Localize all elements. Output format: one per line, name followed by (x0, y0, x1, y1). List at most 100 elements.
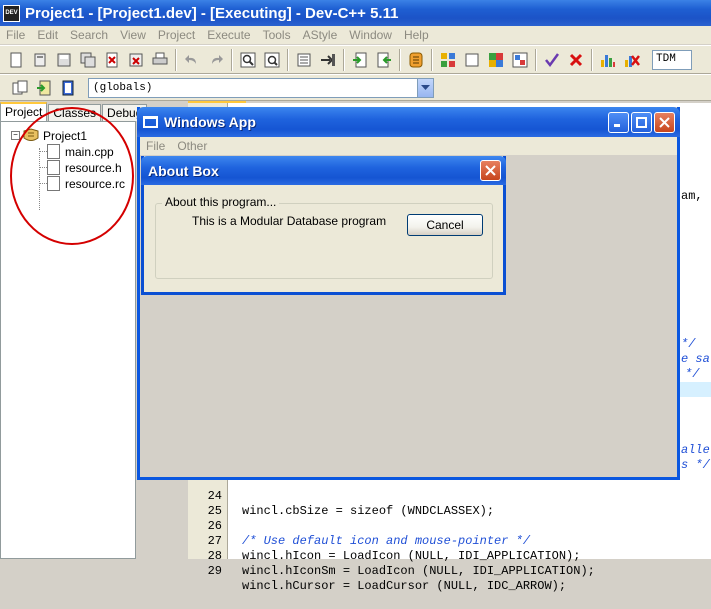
redo-button[interactable] (205, 49, 227, 71)
line-number: 29 (207, 564, 222, 578)
groupbox-label: About this program... (162, 195, 280, 209)
menu-search[interactable]: Search (64, 28, 114, 42)
delete-profile-button[interactable] (621, 49, 643, 71)
bookmark-add-icon (37, 80, 51, 95)
tree-item-resource-h[interactable]: resource.h (47, 160, 122, 175)
tab-classes[interactable]: Classes (48, 104, 102, 121)
add-to-project-button[interactable] (349, 49, 371, 71)
goto-line-icon (321, 53, 335, 66)
tree-item-main-cpp[interactable]: main.cpp (47, 144, 114, 159)
compile-button[interactable] (437, 49, 459, 71)
goto-bookmark-button[interactable] (57, 77, 79, 99)
toolbar-separator (343, 48, 345, 71)
about-close-button[interactable] (480, 160, 501, 181)
compile-icon (441, 52, 455, 67)
save-icon (57, 53, 71, 66)
toolbar-separator (591, 48, 593, 71)
scope-combo[interactable]: (globals) (88, 77, 434, 98)
rebuild-button[interactable] (509, 49, 531, 71)
maximize-icon (636, 117, 647, 128)
menu-project[interactable]: Project (152, 28, 201, 42)
winapp-menu-other[interactable]: Other (171, 139, 213, 153)
project-icon (23, 128, 39, 141)
close-icon (659, 117, 670, 128)
replace-button[interactable] (261, 49, 283, 71)
line-text: wincl.hIconSm = LoadIcon (NULL, IDI_APPL… (242, 564, 595, 578)
code-line: 25 (188, 489, 711, 518)
menu-tools[interactable]: Tools (257, 28, 297, 42)
menu-execute[interactable]: Execute (201, 28, 256, 42)
about-description: This is a Modular Database program (192, 214, 387, 228)
menu-astyle[interactable]: AStyle (297, 28, 344, 42)
tree-item-resource-rc[interactable]: resource.rc (47, 176, 125, 191)
run-button[interactable] (461, 49, 483, 71)
tree-connector (39, 183, 47, 184)
window-app-icon (143, 116, 158, 128)
new-file-button[interactable] (5, 49, 27, 71)
indent-button[interactable] (293, 49, 315, 71)
print-button[interactable] (149, 49, 171, 71)
toggle-bookmark-button[interactable] (33, 77, 55, 99)
menu-edit[interactable]: Edit (31, 28, 64, 42)
rebuild-icon (512, 52, 528, 67)
redo-icon (212, 54, 223, 64)
insert-icon (12, 80, 28, 94)
winapp-menu-file[interactable]: File (140, 139, 171, 153)
line-text: wincl.hCursor = LoadCursor (NULL, IDC_AR… (242, 579, 567, 593)
maximize-button[interactable] (631, 112, 652, 133)
menu-window[interactable]: Window (343, 28, 398, 42)
project-options-icon (409, 52, 423, 67)
close-all-icon (129, 53, 143, 66)
stop-execution-button[interactable] (565, 49, 587, 71)
indent-icon (297, 53, 311, 66)
collapse-icon[interactable]: − (11, 131, 20, 140)
ide-titlebar[interactable]: DEV Project1 - [Project1.dev] - [Executi… (0, 0, 711, 26)
toolbar-separator (231, 48, 233, 71)
scope-combo-dropdown[interactable] (417, 78, 433, 97)
project-options-button[interactable] (405, 49, 427, 71)
save-button[interactable] (53, 49, 75, 71)
close-all-button[interactable] (125, 49, 147, 71)
code-line: 26 /* Use default icon and mouse-pointer… (188, 504, 711, 548)
about-box-titlebar[interactable]: About Box (141, 156, 506, 185)
tree-item-project1[interactable]: − Project1 (11, 128, 87, 143)
code-fragment: */ (685, 367, 700, 381)
toolbar-separator (535, 48, 537, 71)
find-button[interactable] (237, 49, 259, 71)
close-file-icon (106, 52, 118, 67)
remove-from-project-button[interactable] (373, 49, 395, 71)
open-button[interactable] (29, 49, 51, 71)
about-box-title: About Box (148, 162, 219, 179)
goto-button[interactable] (317, 49, 339, 71)
toolbar-separator (287, 48, 289, 71)
tree-connector (39, 148, 40, 210)
run-icon (465, 53, 479, 66)
windows-app-titlebar[interactable]: Windows App (137, 107, 680, 137)
tab-project[interactable]: Project (0, 102, 48, 121)
code-fragment: */ (681, 337, 696, 351)
syntax-check-button[interactable] (541, 49, 563, 71)
menu-file[interactable]: File (0, 28, 31, 42)
close-file-button[interactable] (101, 49, 123, 71)
save-all-button[interactable] (77, 49, 99, 71)
code-line: 29 wincl.hCursor = LoadCursor (NULL, IDC… (188, 549, 711, 593)
about-box-dialog: About Box About this program... This is … (141, 156, 506, 295)
cancel-button[interactable]: Cancel (407, 214, 483, 236)
compile-run-button[interactable] (485, 49, 507, 71)
devcpp-app-icon: DEV (3, 4, 20, 22)
add-file-icon (353, 52, 367, 67)
menu-view[interactable]: View (114, 28, 152, 42)
stop-x-icon (569, 53, 583, 66)
close-button[interactable] (654, 112, 675, 133)
profile-button[interactable] (597, 49, 619, 71)
minimize-button[interactable] (608, 112, 629, 133)
replace-icon (264, 52, 280, 67)
menu-help[interactable]: Help (398, 28, 435, 42)
save-all-icon (80, 52, 96, 67)
compile-run-icon (489, 52, 503, 67)
code-fragment: alle (681, 443, 710, 457)
insert-button[interactable] (9, 77, 31, 99)
compiler-select[interactable]: TDM (652, 49, 692, 70)
tree-connector (39, 167, 47, 168)
undo-button[interactable] (181, 49, 203, 71)
